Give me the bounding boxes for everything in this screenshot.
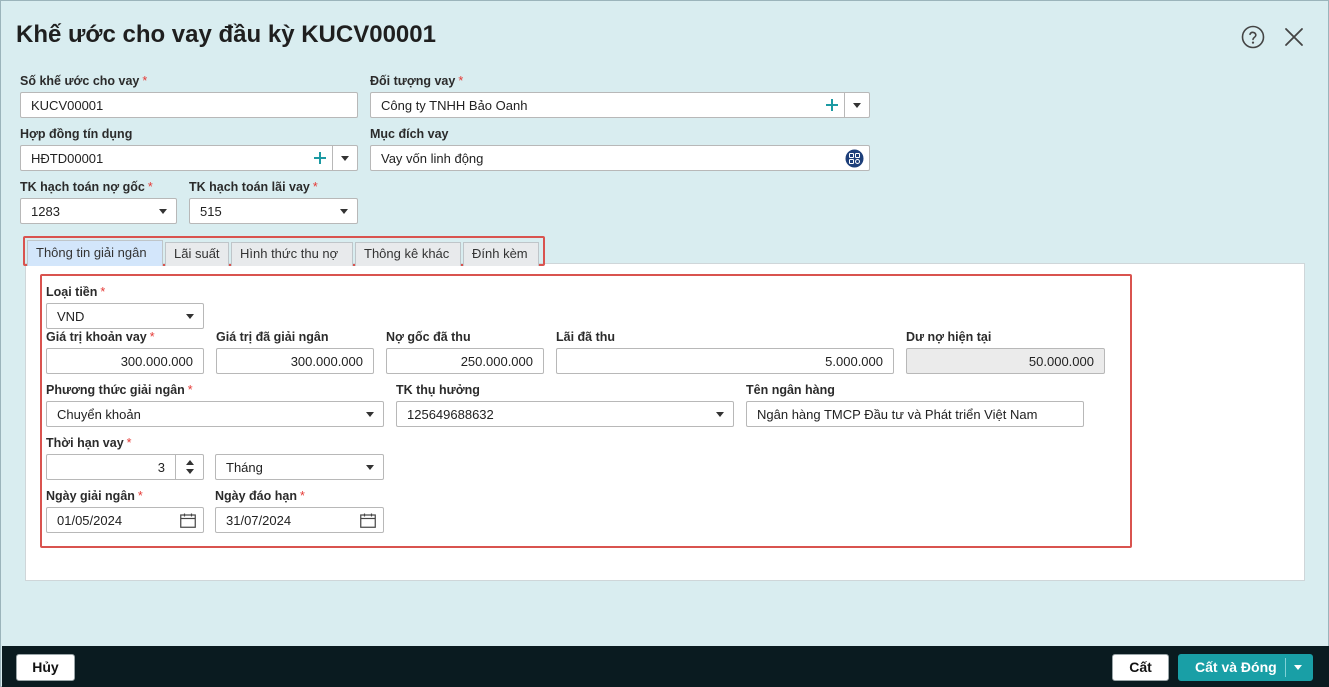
chevron-down-icon — [159, 209, 167, 214]
step-down-icon[interactable] — [186, 469, 194, 474]
loai-tien-select[interactable]: VND — [46, 303, 204, 329]
thoi-han-vay-stepper[interactable]: 3 — [46, 454, 204, 480]
loan-contract-dialog: Khế ước cho vay đầu kỳ KUCV00001 Số khế … — [0, 0, 1329, 687]
add-plus-icon[interactable] — [312, 150, 328, 166]
calendar-icon[interactable] — [180, 513, 196, 528]
phuong-thuc-giai-ngan-label: Phương thức giải ngân * — [46, 383, 193, 397]
tk-thu-huong-label: TK thụ hưởng — [396, 383, 480, 397]
dialog-title: Khế ước cho vay đầu kỳ KUCV00001 — [16, 21, 436, 48]
gia-tri-khoan-vay-input[interactable]: 300.000.000 — [46, 348, 204, 374]
tk-lai-vay-label: TK hạch toán lãi vay * — [189, 180, 318, 194]
tk-thu-huong-select[interactable]: 125649688632 — [396, 401, 734, 427]
lookup-icon[interactable] — [845, 149, 864, 168]
du-no-hien-tai-label: Dư nợ hiện tại — [906, 330, 992, 344]
so-khe-uoc-input[interactable]: KUCV00001 — [20, 92, 358, 118]
calendar-icon[interactable] — [360, 513, 376, 528]
tab-lai-suat[interactable]: Lãi suất — [165, 242, 229, 266]
doi-tuong-vay-label: Đối tượng vay * — [370, 74, 464, 88]
ngay-giai-ngan-label: Ngày giải ngân * — [46, 489, 143, 503]
lai-da-thu-input[interactable]: 5.000.000 — [556, 348, 894, 374]
split-divider — [1285, 658, 1286, 677]
muc-dich-vay-label: Mục đích vay — [370, 127, 449, 141]
tab-thong-tin-giai-ngan[interactable]: Thông tin giải ngân — [27, 240, 163, 266]
tk-lai-vay-select[interactable]: 515 — [189, 198, 358, 224]
tab-dinh-kem[interactable]: Đính kèm — [463, 242, 539, 266]
add-plus-icon[interactable] — [824, 97, 840, 113]
no-goc-da-thu-label: Nợ gốc đã thu — [386, 330, 471, 344]
stepper-buttons[interactable] — [175, 455, 203, 479]
chevron-down-icon — [186, 314, 194, 319]
so-khe-uoc-label: Số khế ước cho vay * — [20, 74, 148, 88]
save-and-close-button[interactable]: Cất và Đóng — [1178, 654, 1313, 681]
hop-dong-tin-dung-label: Hợp đồng tín dụng — [20, 127, 133, 141]
chevron-down-icon — [853, 103, 861, 108]
loai-tien-label: Loại tiền * — [46, 285, 106, 299]
gia-tri-da-giai-ngan-input[interactable]: 300.000.000 — [216, 348, 374, 374]
step-up-icon[interactable] — [186, 460, 194, 465]
muc-dich-vay-input[interactable]: Vay vốn linh động — [370, 145, 870, 171]
thoi-han-vay-unit-select[interactable]: Tháng — [215, 454, 384, 480]
close-icon[interactable] — [1283, 26, 1305, 48]
chevron-down-icon — [366, 412, 374, 417]
chevron-down-icon — [341, 156, 349, 161]
save-button[interactable]: Cất — [1112, 654, 1169, 681]
chevron-down-icon — [366, 465, 374, 470]
ten-ngan-hang-label: Tên ngân hàng — [746, 383, 835, 397]
tab-hinh-thuc-thu-no[interactable]: Hình thức thu nợ — [231, 242, 353, 266]
tab-strip-highlight: Thông tin giải ngân Lãi suất Hình thức t… — [23, 236, 545, 266]
tab-thong-ke-khac[interactable]: Thông kê khác — [355, 242, 461, 266]
no-goc-da-thu-input[interactable]: 250.000.000 — [386, 348, 544, 374]
chevron-down-icon — [716, 412, 724, 417]
hop-dong-tin-dung-combobox[interactable]: HĐTD00001 — [20, 145, 358, 171]
gia-tri-da-giai-ngan-label: Giá trị đã giải ngân — [216, 330, 329, 344]
ngay-dao-han-datepicker[interactable]: 31/07/2024 — [215, 507, 384, 533]
ten-ngan-hang-input[interactable]: Ngân hàng TMCP Đầu tư và Phát triển Việt… — [746, 401, 1084, 427]
tk-no-goc-select[interactable]: 1283 — [20, 198, 177, 224]
chevron-down-icon[interactable] — [1294, 665, 1302, 670]
lai-da-thu-label: Lãi đã thu — [556, 330, 616, 344]
du-no-hien-tai-input: 50.000.000 — [906, 348, 1105, 374]
cancel-button[interactable]: Hủy — [16, 654, 75, 681]
dropdown-toggle[interactable] — [844, 93, 869, 117]
ngay-giai-ngan-datepicker[interactable]: 01/05/2024 — [46, 507, 204, 533]
thoi-han-vay-label: Thời hạn vay * — [46, 436, 132, 450]
gia-tri-khoan-vay-label: Giá trị khoản vay * — [46, 330, 155, 344]
dropdown-toggle[interactable] — [332, 146, 357, 170]
phuong-thuc-giai-ngan-select[interactable]: Chuyển khoản — [46, 401, 384, 427]
dialog-footer: Hủy Cất Cất và Đóng — [2, 646, 1329, 687]
tk-no-goc-label: TK hạch toán nợ gốc * — [20, 180, 153, 194]
ngay-dao-han-label: Ngày đáo hạn * — [215, 489, 305, 503]
help-icon[interactable] — [1241, 25, 1265, 49]
chevron-down-icon — [340, 209, 348, 214]
doi-tuong-vay-combobox[interactable]: Công ty TNHH Bảo Oanh — [370, 92, 870, 118]
